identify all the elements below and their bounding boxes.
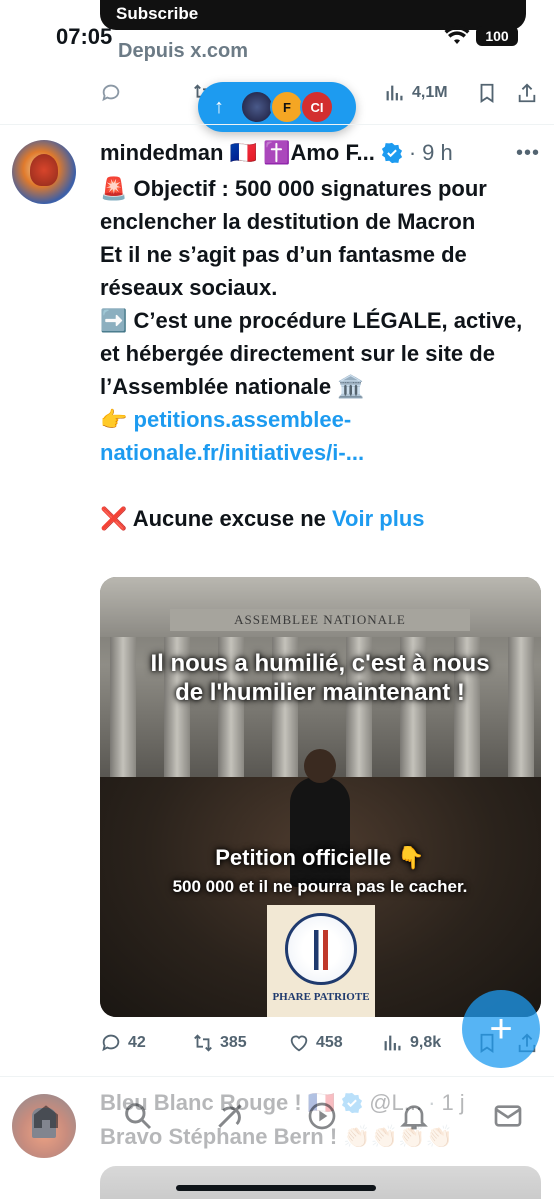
divider (0, 1076, 554, 1077)
tweet-link-line: 👉 petitions.assemblee-nationale.fr/initi… (100, 403, 546, 469)
video-icon[interactable] (306, 1100, 338, 1132)
views-icon (386, 85, 403, 101)
views-count: 9,8k (410, 1034, 442, 1051)
avatar: CI (300, 90, 334, 124)
divider (0, 124, 554, 125)
bookmark-icon[interactable] (476, 82, 498, 104)
grok-icon[interactable] (214, 1100, 246, 1132)
avatar: F (270, 90, 304, 124)
image-subcaption: 500 000 et il ne pourra pas le cacher. (172, 877, 468, 896)
logo: PHARE PATRIOTE (267, 905, 375, 1017)
reply-count: 42 (128, 1034, 146, 1051)
repost-count: 385 (220, 1034, 247, 1051)
pointing-hand-icon: 👉 (100, 407, 134, 432)
status-bar: Subscribe 07:05 Depuis x.com 100 (0, 0, 554, 70)
post-time[interactable]: 9 h (422, 140, 453, 166)
views-stat[interactable]: 4,1M (384, 82, 448, 104)
search-icon[interactable] (122, 1100, 154, 1132)
arrow-up-icon: ↑ (214, 95, 224, 118)
tweet-line: ➡️ C’est une procédure LÉGALE, active, e… (100, 308, 523, 399)
home-icon[interactable] (30, 1100, 62, 1132)
tweet-line: Et il ne s’agit pas d’un fantasme de rés… (100, 242, 467, 300)
eagle-emblem-icon (285, 913, 357, 985)
tweet-header: mindedman 🇫🇷 ✝️Amo F... · 9 h ••• (100, 138, 540, 168)
views-stat[interactable]: 9,8k (382, 1032, 441, 1054)
tweet-last-line: ❌ Aucune excuse ne Voir plus (100, 502, 546, 535)
home-indicator (176, 1185, 376, 1191)
views-icon (384, 1035, 401, 1051)
logo-text: PHARE PATRIOTE (272, 991, 370, 1003)
clock: 07:05 (56, 24, 113, 49)
avatar[interactable] (12, 140, 76, 204)
petition-link[interactable]: petitions.assemblee-nationale.fr/initiat… (100, 407, 364, 465)
wifi-icon (444, 26, 470, 44)
more-options-icon[interactable]: ••• (516, 142, 540, 165)
repost-button[interactable]: 385 (192, 1032, 247, 1054)
verified-icon (381, 142, 402, 164)
compose-button[interactable]: + (462, 990, 540, 1068)
image-headline: Il nous a humilié, c'est à nous de l'hum… (150, 650, 490, 706)
share-icon[interactable] (516, 82, 538, 104)
tweet-line: ❌ Aucune excuse ne (100, 506, 332, 531)
image-caption: Petition officielle 👇 (215, 845, 425, 870)
source-label[interactable]: Depuis x.com (118, 40, 248, 63)
mail-icon[interactable] (492, 1100, 524, 1132)
reply-icon[interactable] (100, 82, 122, 104)
tweet-text: 🚨 Objectif : 500 000 signatures pour enc… (100, 172, 546, 535)
views-count: 4,1M (412, 84, 448, 101)
repost-icon (194, 1034, 212, 1052)
tweet-image[interactable]: ASSEMBLEE NATIONALE Il nous a humilié, c… (100, 577, 541, 1017)
reply-icon (102, 1034, 120, 1052)
author-name[interactable]: mindedman 🇫🇷 ✝️Amo F... (100, 140, 375, 166)
avatar (240, 90, 274, 124)
like-count: 458 (316, 1034, 343, 1051)
reply-button[interactable]: 42 (100, 1032, 146, 1054)
frieze-text: ASSEMBLEE NATIONALE (170, 609, 470, 631)
bell-icon[interactable] (398, 1100, 430, 1132)
bottom-navigation (0, 1078, 554, 1199)
see-more-link[interactable]: Voir plus (332, 506, 425, 531)
like-button[interactable]: 458 (288, 1032, 343, 1054)
separator-dot: · (408, 140, 417, 165)
heart-icon (290, 1035, 308, 1052)
battery-indicator: 100 (476, 26, 518, 46)
tweet-line: 🚨 Objectif : 500 000 signatures pour enc… (100, 176, 487, 234)
